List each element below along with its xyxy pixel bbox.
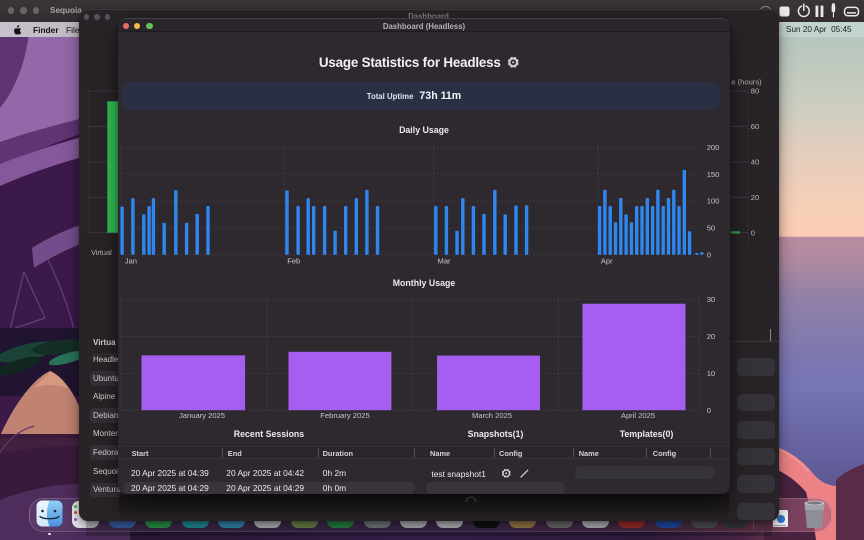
svg-text:100: 100: [707, 197, 720, 206]
svg-text:40: 40: [750, 157, 758, 166]
svg-text:Mar: Mar: [438, 257, 452, 266]
svg-text:March 2025: March 2025: [472, 411, 512, 420]
svg-text:30: 30: [707, 295, 715, 304]
svg-text:60: 60: [750, 122, 758, 131]
svg-text:February 2025: February 2025: [320, 411, 369, 420]
svg-text:Jan: Jan: [125, 257, 137, 266]
svg-text:200: 200: [707, 143, 720, 152]
svg-text:0: 0: [750, 228, 754, 237]
svg-text:e (hours): e (hours): [731, 78, 762, 87]
svg-text:80: 80: [750, 87, 758, 96]
svg-text:150: 150: [707, 170, 720, 179]
svg-text:Feb: Feb: [287, 257, 300, 266]
svg-text:Apr: Apr: [601, 257, 613, 266]
svg-text:10: 10: [707, 369, 715, 378]
svg-text:50: 50: [707, 224, 715, 233]
svg-text:0: 0: [707, 406, 711, 415]
svg-text:20: 20: [707, 332, 715, 341]
svg-text:Virtual: Virtual: [90, 248, 111, 257]
svg-text:20: 20: [750, 193, 758, 202]
svg-text:0: 0: [707, 250, 711, 259]
svg-text:January 2025: January 2025: [179, 411, 225, 420]
svg-text:April 2025: April 2025: [621, 411, 655, 420]
